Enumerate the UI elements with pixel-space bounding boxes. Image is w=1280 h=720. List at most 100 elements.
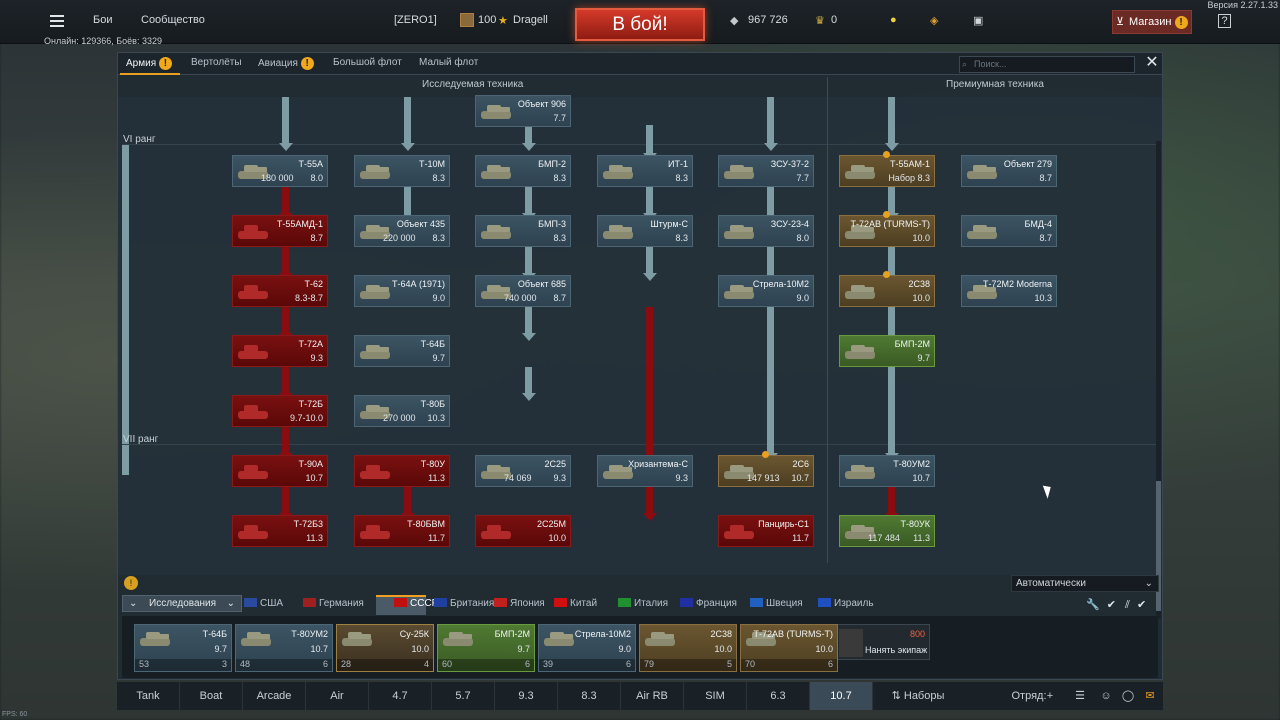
vehicle-card[interactable]: 2С38 10.0 [839, 275, 935, 307]
bottom-filter-item[interactable]: SIM [684, 682, 747, 710]
nation-tab[interactable]: Германия [303, 598, 364, 609]
menu-icon[interactable] [50, 15, 64, 27]
vehicle-card[interactable]: Т-80БВМ 11.7 [354, 515, 450, 547]
tab-aviation[interactable]: Авиация ! [258, 57, 314, 70]
tab-bluewater-fleet[interactable]: Большой флот [333, 57, 402, 68]
add-squad-icon[interactable]: + [1043, 682, 1057, 710]
vehicle-card[interactable]: Т-10М 8.3 [354, 155, 450, 187]
nation-tab[interactable]: Франция [680, 598, 737, 609]
vehicle-card[interactable]: 2С6 10.7 147 913 [718, 455, 814, 487]
crew-slot[interactable]: 2С38 10.0 79 5 [639, 624, 737, 672]
preset-select[interactable]: Автоматически ⌄ [1011, 575, 1159, 592]
close-icon[interactable]: ✕ [1144, 55, 1160, 71]
vehicle-card[interactable]: Т-80УМ2 10.7 [839, 455, 935, 487]
bottom-filter-item[interactable]: 5.7 [432, 682, 495, 710]
contacts-icon[interactable]: ☺ [1097, 682, 1115, 710]
vehicle-card[interactable]: Т-72АВ (TURMS-T) 10.0 [839, 215, 935, 247]
nation-tab[interactable]: СССР [394, 598, 438, 609]
shop-button[interactable]: ⊻ Магазин ! [1112, 10, 1192, 34]
tab-army[interactable]: Армия ! [126, 57, 172, 70]
research-alert-icon[interactable]: ! [124, 576, 138, 590]
coupon-icon[interactable]: ▣ [973, 14, 983, 27]
bottom-filter-item[interactable]: 6.3 [747, 682, 810, 710]
menu-battles[interactable]: Бои [93, 14, 112, 26]
tree-scrollbar[interactable] [1156, 141, 1161, 619]
avatar[interactable] [460, 13, 474, 27]
vehicle-card[interactable]: Панцирь-С1 11.7 [718, 515, 814, 547]
vehicle-card[interactable]: Т-62 8.3-8.7 [232, 275, 328, 307]
nation-tab[interactable]: США [244, 598, 283, 609]
vehicle-card[interactable]: ИТ-1 8.3 [597, 155, 693, 187]
crew-slot[interactable]: БМП-2М 9.7 60 6 [437, 624, 535, 672]
vehicle-card[interactable]: БМП-2 8.3 [475, 155, 571, 187]
bottom-filter-item[interactable]: Tank [117, 682, 180, 710]
bottom-filter-item[interactable]: 4.7 [369, 682, 432, 710]
vehicle-card[interactable]: Стрела-10М2 9.0 [718, 275, 814, 307]
vehicle-card[interactable]: Объект 279 8.7 [961, 155, 1057, 187]
bottom-filter-item[interactable]: Arcade [243, 682, 306, 710]
to-battle-button[interactable]: В бой! [575, 8, 705, 41]
checkmark-icon[interactable]: ✔ [1107, 599, 1116, 611]
vehicle-card[interactable]: Т-72Б 9.7-10.0 [232, 395, 328, 427]
bottom-filter-item[interactable]: Air [306, 682, 369, 710]
vehicle-card[interactable]: Т-72Б3 11.3 [232, 515, 328, 547]
nation-tab[interactable]: Китай [554, 598, 597, 609]
bottom-filter-item[interactable]: 9.3 [495, 682, 558, 710]
tab-coastal-fleet[interactable]: Малый флот [419, 57, 478, 68]
vehicle-card[interactable]: Т-80УК 11.3 117 484 [839, 515, 935, 547]
vehicle-card[interactable]: ЗСУ-23-4 8.0 [718, 215, 814, 247]
vehicle-card[interactable]: Т-64А (1971) 9.0 [354, 275, 450, 307]
nation-tab[interactable]: Италия [618, 598, 668, 609]
vehicle-card[interactable]: 2С25 9.3 74 069 [475, 455, 571, 487]
vehicle-card[interactable]: Т-55А 8.0 180 000 [232, 155, 328, 187]
crew-slot[interactable]: Т-72АВ (TURMS-T) 10.0 70 6 [740, 624, 838, 672]
vehicle-card[interactable]: Объект 435 8.3 220 000 [354, 215, 450, 247]
research-dropdown[interactable]: ⌄ Исследования ⌄ [122, 595, 242, 612]
crew-slot[interactable]: Т-64Б 9.7 53 3 [134, 624, 232, 672]
vehicle-card[interactable]: Т-72М2 Moderna 10.3 [961, 275, 1057, 307]
vehicle-card[interactable]: Объект 906 7.7 [475, 95, 571, 127]
vehicle-card[interactable]: Штурм-С 8.3 [597, 215, 693, 247]
vehicle-card[interactable]: Т-80Б 10.3 270 000 [354, 395, 450, 427]
player-nickname[interactable]: Dragell [513, 14, 548, 26]
repair-icon[interactable]: ⫽ [1125, 599, 1130, 611]
nation-tab[interactable]: Британия [434, 598, 494, 609]
vehicle-card[interactable]: БМП-3 8.3 [475, 215, 571, 247]
tab-helicopters[interactable]: Вертолёты [191, 57, 242, 68]
tech-tree[interactable]: VI ранг VII ранг Объект 906 7.7 Т-55А 8.0 18… [118, 95, 1162, 619]
menu-community[interactable]: Сообщество [141, 14, 205, 26]
hire-crew-button[interactable]: 800 Нанять экипаж [834, 624, 930, 660]
crew-slot[interactable]: Стрела-10М2 9.0 39 6 [538, 624, 636, 672]
vehicle-card[interactable]: Т-72А 9.3 [232, 335, 328, 367]
presets-button[interactable]: ⇅ Наборы [883, 682, 953, 710]
lightbulb-icon[interactable]: ● [890, 14, 897, 26]
vehicle-card[interactable]: Т-64Б 9.7 [354, 335, 450, 367]
vehicle-card[interactable]: Т-90А 10.7 [232, 455, 328, 487]
chat-icon[interactable]: ◯ [1119, 682, 1137, 710]
help-button[interactable]: ? [1218, 14, 1231, 28]
vehicle-card[interactable]: Т-55АМ-1 Набор 8.3 [839, 155, 935, 187]
vehicle-card[interactable]: Т-80У 11.3 [354, 455, 450, 487]
vehicle-card[interactable]: Хризантема-С 9.3 [597, 455, 693, 487]
wrench-icon[interactable]: 🔧 [1086, 599, 1100, 611]
bottom-filter-item[interactable]: 10.7 [810, 682, 873, 710]
vehicle-card[interactable]: БМД-4 8.7 [961, 215, 1057, 247]
mail-icon[interactable]: ✉ [1141, 682, 1159, 710]
nation-tab[interactable]: Швеция [750, 598, 803, 609]
vehicle-card[interactable]: 2С25М 10.0 [475, 515, 571, 547]
checkmark-icon[interactable]: ✔ [1137, 599, 1146, 611]
search-input[interactable]: ⌕ Поиск... [959, 56, 1135, 73]
nation-tab[interactable]: Израиль [818, 598, 874, 609]
vehicle-card[interactable]: Объект 685 8.7 740 000 [475, 275, 571, 307]
vehicle-card[interactable]: ЗСУ-37-2 7.7 [718, 155, 814, 187]
bottom-filter-item[interactable]: Boat [180, 682, 243, 710]
bottom-filter-item[interactable]: Air RB [621, 682, 684, 710]
crew-slot[interactable]: Т-80УМ2 10.7 48 6 [235, 624, 333, 672]
vehicle-card[interactable]: БМП-2М 9.7 [839, 335, 935, 367]
crew-slot[interactable]: Су-25К 10.0 28 4 [336, 624, 434, 672]
bottom-filter-item[interactable]: 8.3 [558, 682, 621, 710]
list-icon[interactable]: ☰ [1073, 682, 1087, 710]
vehicle-card[interactable]: Т-55АМД-1 8.7 [232, 215, 328, 247]
premium-icon[interactable]: ◈ [930, 14, 938, 27]
nation-tab[interactable]: Япония [494, 598, 545, 609]
